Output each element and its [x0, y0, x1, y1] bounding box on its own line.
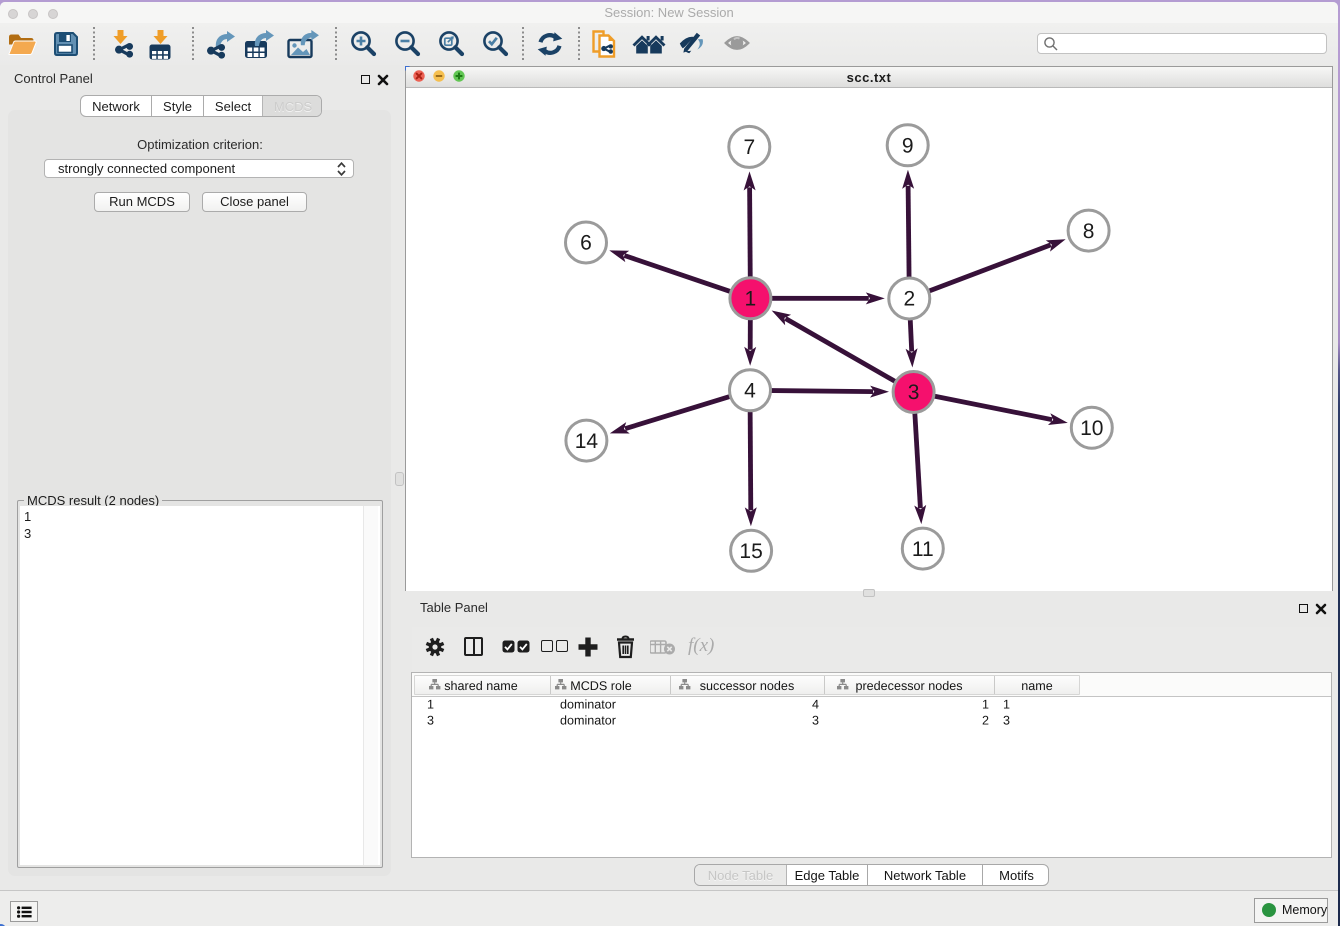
svg-text:8: 8	[1083, 220, 1095, 243]
svg-text:1: 1	[1003, 698, 1010, 712]
svg-text:1: 1	[745, 288, 757, 311]
svg-text:4: 4	[812, 698, 819, 712]
svg-text:predecessor nodes: predecessor nodes	[855, 679, 962, 693]
svg-text:2: 2	[982, 714, 989, 728]
svg-text:3: 3	[427, 714, 434, 728]
svg-text:MCDS role: MCDS role	[570, 679, 632, 693]
svg-text:7: 7	[743, 136, 755, 159]
svg-text:15: 15	[739, 540, 762, 563]
svg-text:14: 14	[575, 430, 599, 453]
svg-text:3: 3	[812, 714, 819, 728]
svg-text:2: 2	[903, 288, 915, 311]
svg-text:name: name	[1021, 679, 1053, 693]
svg-text:10: 10	[1080, 417, 1103, 440]
svg-text:1: 1	[427, 698, 434, 712]
svg-text:11: 11	[912, 538, 934, 561]
svg-text:3: 3	[1003, 714, 1010, 728]
svg-text:dominator: dominator	[560, 698, 616, 712]
svg-text:shared name: shared name	[444, 679, 518, 693]
svg-text:4: 4	[744, 380, 756, 403]
svg-text:9: 9	[902, 135, 914, 158]
svg-text:3: 3	[908, 381, 920, 404]
svg-text:dominator: dominator	[560, 714, 616, 728]
svg-text:successor nodes: successor nodes	[700, 679, 795, 693]
svg-text:1: 1	[982, 698, 989, 712]
svg-text:6: 6	[580, 232, 592, 255]
